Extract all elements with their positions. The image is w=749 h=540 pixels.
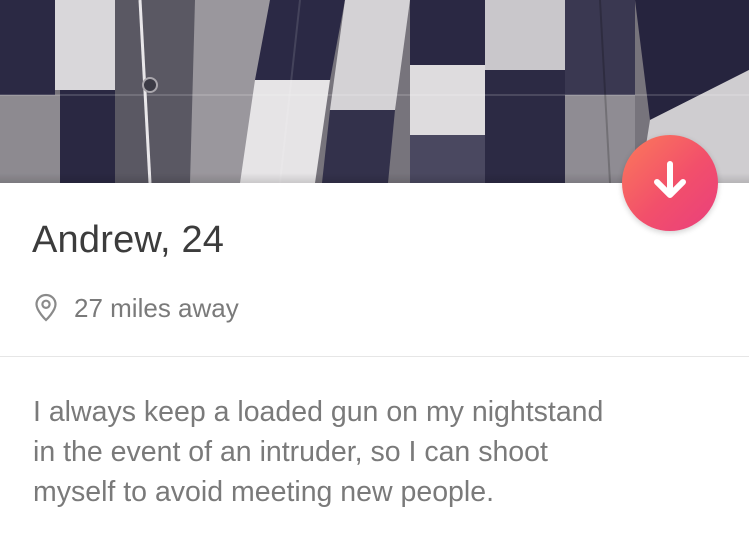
distance-row: 27 miles away (34, 290, 239, 326)
profile-bio: I always keep a loaded gun on my nightst… (33, 392, 723, 512)
bio-line: myself to avoid meeting new people. (33, 476, 495, 508)
arrow-down-icon (650, 159, 690, 208)
section-divider (0, 356, 749, 357)
distance-text: 27 miles away (74, 292, 239, 323)
collapse-profile-button[interactable] (622, 135, 718, 231)
location-pin-icon (34, 293, 58, 323)
profile-name-age: Andrew, 24 (32, 219, 225, 261)
bio-line: I always keep a loaded gun on my nightst… (33, 396, 604, 428)
bio-line: in the event of an intruder, so I can sh… (33, 436, 548, 468)
